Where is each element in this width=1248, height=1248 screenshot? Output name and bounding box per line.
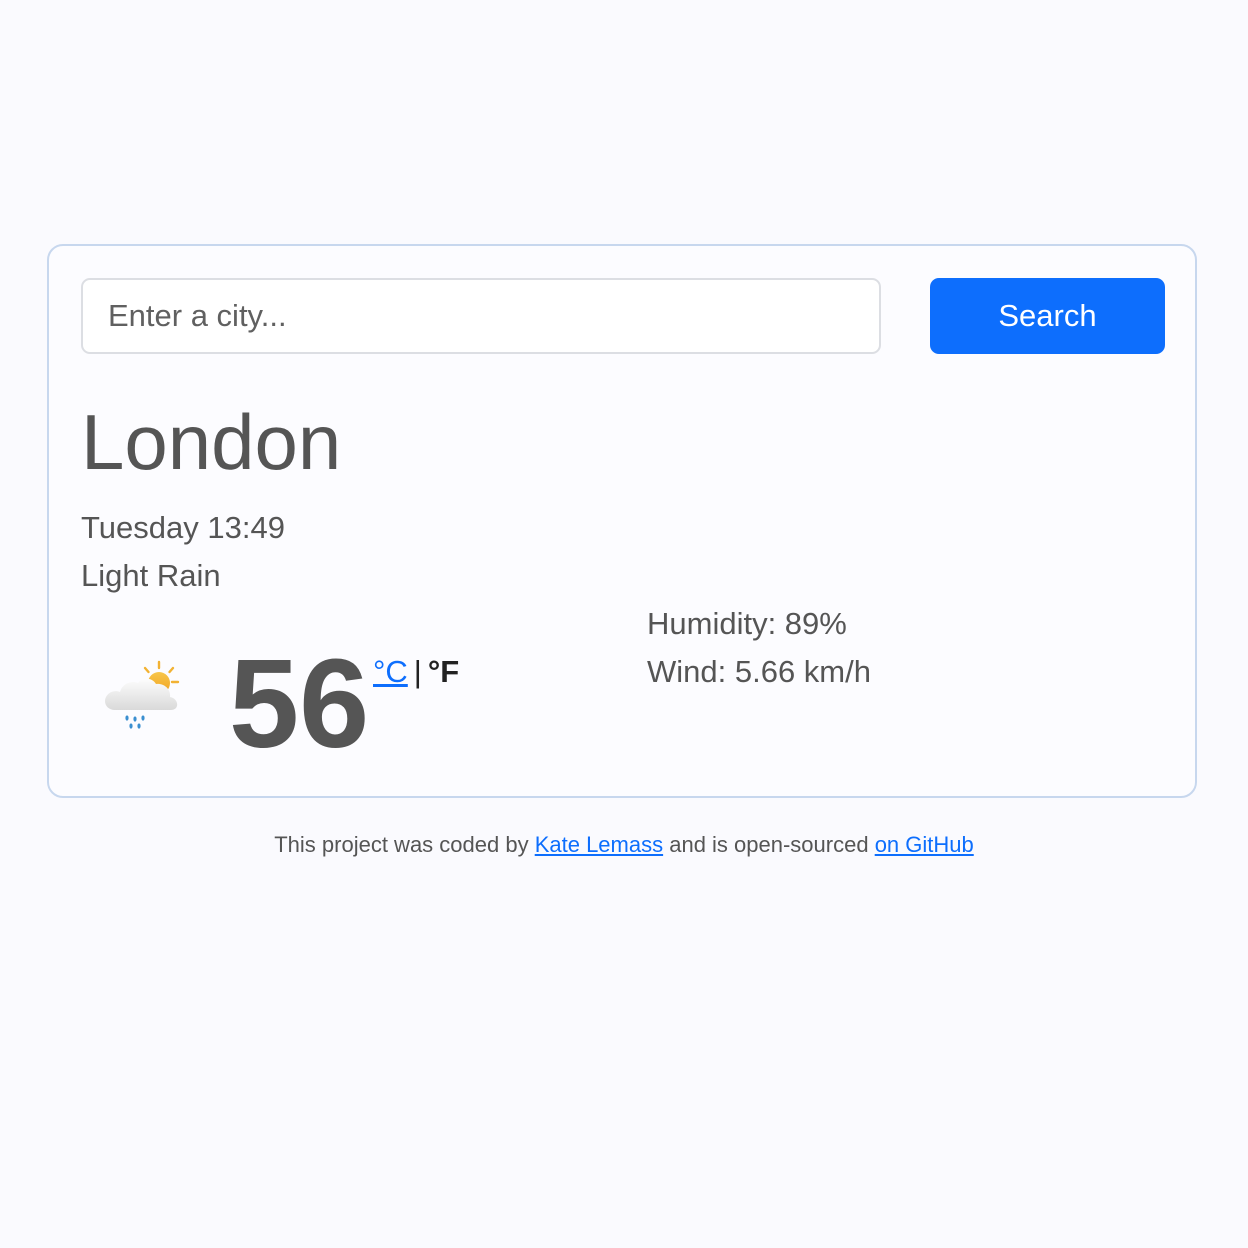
footer-text: and is open-sourced	[663, 832, 875, 857]
temperature-value: 56	[229, 633, 370, 774]
humidity: Humidity: 89%	[647, 606, 847, 641]
city-name: London	[81, 398, 342, 486]
author-link[interactable]: Kate Lemass	[535, 832, 663, 857]
github-link[interactable]: on GitHub	[875, 832, 974, 857]
rain-partly-sunny-icon	[101, 660, 187, 740]
search-input[interactable]	[81, 278, 881, 354]
footer: This project was coded by Kate Lemass an…	[0, 830, 1248, 860]
weather-description: Light Rain	[81, 558, 221, 593]
footer-text: This project was coded by	[274, 832, 535, 857]
unit-toggle: °C | °F	[373, 654, 459, 690]
unit-separator: |	[413, 654, 422, 689]
rain-partly-sunny-icon-svg	[105, 660, 180, 729]
celsius-link[interactable]: °C	[373, 654, 408, 689]
wind-speed: Wind: 5.66 km/h	[647, 654, 871, 689]
fahrenheit-label: °F	[427, 654, 460, 689]
search-button[interactable]: Search	[930, 278, 1165, 354]
weather-card: Search London Tuesday 13:49 Light Rain	[47, 244, 1197, 798]
date-time: Tuesday 13:49	[81, 510, 285, 545]
